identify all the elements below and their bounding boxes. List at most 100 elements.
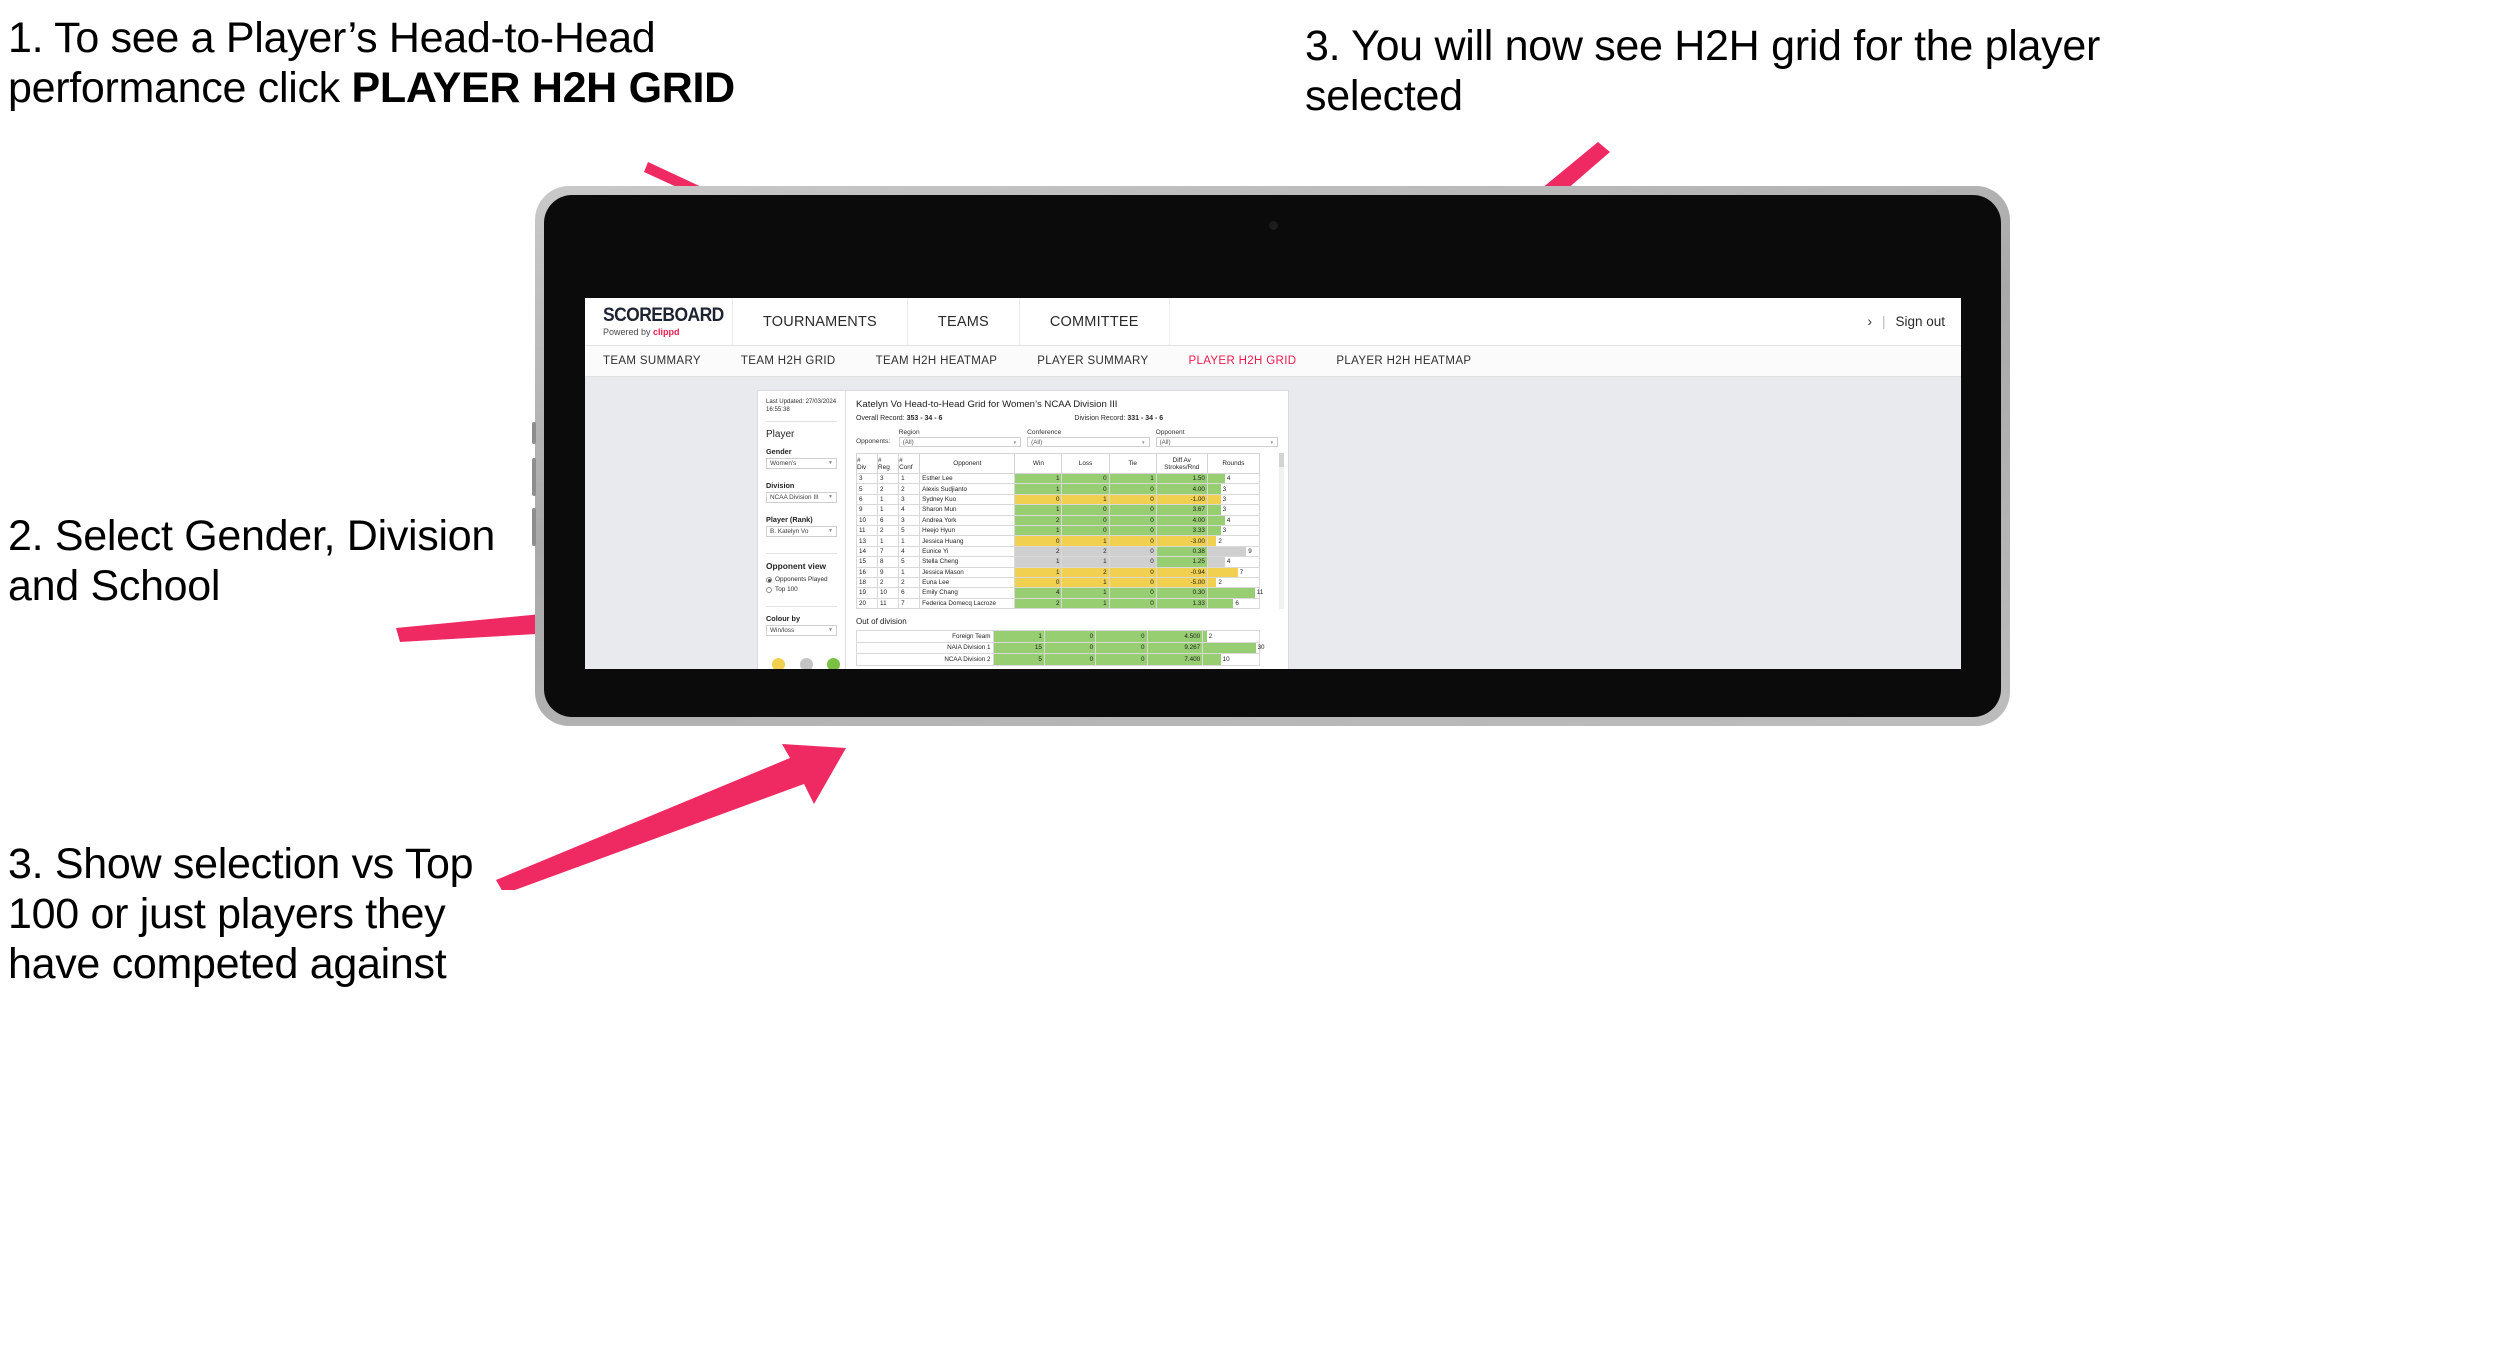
- radio-opponents-played-label: Opponents Played: [775, 576, 828, 584]
- cell-opponent: Esther Lee: [919, 472, 1016, 485]
- table-row[interactable]: 11 2 5 Heejo Hyun 1 0 0 3.33 3: [855, 524, 1261, 537]
- cell-div: 10: [855, 514, 879, 526]
- rounds-bar: [1203, 654, 1221, 665]
- cell-loss: 1: [1061, 556, 1110, 568]
- colour-by-value: Win/loss: [770, 627, 795, 635]
- table-row[interactable]: 15 8 5 Stella Cheng 1 1 0 1.25 4: [855, 556, 1261, 568]
- cell-opponent: Euna Lee: [919, 576, 1016, 589]
- nav-item-teams[interactable]: TEAMS: [908, 298, 1020, 345]
- col-reg-l2: Reg: [878, 463, 890, 471]
- col-conf: # Conf: [898, 453, 921, 474]
- cell-tie: 0: [1095, 641, 1148, 655]
- h2h-header-row: # Div # Reg # Conf Opponent Win Loss Tie Di…: [855, 453, 1261, 474]
- table-row[interactable]: 18 2 2 Euna Lee 0 1 0 -5.00 2: [855, 576, 1261, 589]
- cell-div: 16: [855, 566, 879, 578]
- cell-reg: 7: [877, 545, 900, 558]
- annotation-step-1: 1. To see a Player’s Head-to-Head perfor…: [8, 14, 748, 114]
- header-separator: |: [1881, 314, 1886, 329]
- cell-tie: 0: [1108, 483, 1157, 495]
- rounds-bar: [1207, 577, 1217, 588]
- cell-opponent: Federica Domecq Lacroze: [919, 597, 1016, 610]
- tab-team-h2h-grid[interactable]: TEAM H2H GRID: [741, 355, 836, 367]
- nav-item-committee[interactable]: COMMITTEE: [1020, 298, 1170, 345]
- rounds-bar: [1207, 588, 1255, 598]
- cell-tie: 0: [1108, 597, 1157, 610]
- col-reg: # Reg: [877, 453, 900, 474]
- table-row[interactable]: Foreign Team 1 0 0 4.500 2: [856, 630, 1260, 643]
- table-row[interactable]: NCAA Division 2 5 0 0 7.400 10: [856, 653, 1260, 666]
- cell-conf: 1: [898, 472, 921, 485]
- cell-div: 14: [855, 545, 879, 558]
- cell-win: 1: [1014, 566, 1063, 578]
- rounds-value: 4: [1226, 558, 1231, 566]
- radio-top-100[interactable]: Top 100: [766, 586, 837, 593]
- cell-tie: 0: [1095, 653, 1148, 666]
- cell-diff: 4.00: [1155, 483, 1208, 495]
- table-row[interactable]: 6 1 3 Sydney Kuo 0 1 0 -1.00 3: [855, 493, 1261, 506]
- chevron-down-icon: ▼: [828, 627, 833, 634]
- table-row[interactable]: 16 9 1 Jessica Mason 1 2 0 -0.94 7: [855, 566, 1261, 578]
- rounds-value: 2: [1218, 579, 1222, 587]
- filter-region-select[interactable]: (All) ▼: [898, 437, 1022, 447]
- table-row[interactable]: 3 3 1 Esther Lee 1 0 1 1.50 4: [855, 472, 1261, 485]
- filter-conference-label: Conference: [1027, 429, 1062, 436]
- table-row[interactable]: 20 11 7 Federica Domecq Lacroze 2 1 0 1.33 6: [855, 597, 1261, 610]
- table-row[interactable]: 9 1 4 Sharon Mun 1 0 0 3.67 3: [855, 504, 1261, 516]
- cell-diff: 4.00: [1155, 514, 1208, 526]
- rail-divider-2: [766, 553, 837, 555]
- rail-gap-2: [766, 503, 837, 515]
- cell-div: 15: [855, 556, 879, 568]
- table-row[interactable]: 19 10 6 Emily Chang 4 1 0 0.30 11: [855, 587, 1263, 599]
- filter-conference-select[interactable]: (All) ▼: [1027, 437, 1150, 447]
- header-account-area: › | Sign out: [1867, 298, 1961, 345]
- filter-gender-select[interactable]: Women's ▼: [766, 458, 837, 470]
- radio-opponents-played[interactable]: Opponents Played: [766, 576, 837, 583]
- cell-conf: 2: [898, 576, 921, 589]
- col-div: # Div: [855, 453, 879, 474]
- cell-opponent: Andrea York: [919, 514, 1016, 526]
- nav-item-tournaments[interactable]: TOURNAMENTS: [733, 298, 908, 345]
- tableau-viz: Last Updated: 27/03/2024 16:55:38 Player…: [757, 390, 1289, 669]
- cell-win: 2: [1014, 545, 1063, 558]
- cell-win: 4: [1014, 587, 1063, 599]
- rounds-value: 2: [1208, 632, 1213, 640]
- tab-player-summary[interactable]: PLAYER SUMMARY: [1037, 355, 1148, 367]
- legend-down-swatch: [771, 658, 785, 669]
- tab-team-h2h-heatmap[interactable]: TEAM H2H HEATMAP: [876, 355, 998, 367]
- brand-tagline: Powered by clippd: [603, 328, 732, 337]
- cell-win: 15: [992, 641, 1045, 655]
- filter-opponent-select[interactable]: (All) ▼: [1155, 437, 1278, 447]
- tablet-side-button-power: [532, 422, 536, 444]
- tab-player-h2h-heatmap[interactable]: PLAYER H2H HEATMAP: [1336, 355, 1471, 367]
- cell-diff: 1.33: [1155, 597, 1208, 610]
- sign-out-link[interactable]: Sign out: [1895, 314, 1945, 329]
- cell-reg: 2: [877, 483, 900, 495]
- tablet-side-button-volume-up: [532, 458, 536, 496]
- rounds-value: 10: [1222, 655, 1230, 663]
- rounds-bar: [1207, 525, 1221, 536]
- brand-wordmark: SCOREBOARD: [603, 305, 724, 326]
- col-diff-av-strokes: Diff Av Strokes/Rnd: [1155, 453, 1208, 474]
- filter-division-label: Division: [766, 481, 795, 491]
- tab-player-h2h-grid[interactable]: PLAYER H2H GRID: [1188, 355, 1296, 367]
- cell-loss: 0: [1043, 641, 1097, 655]
- rounds-bar: [1207, 546, 1247, 557]
- division-record-value: 331 - 34 - 6: [1127, 415, 1164, 422]
- tab-team-summary[interactable]: TEAM SUMMARY: [603, 355, 701, 367]
- grid-scrollbar[interactable]: [1279, 453, 1284, 610]
- colour-by-select[interactable]: Win/loss ▼: [766, 625, 837, 637]
- table-row[interactable]: 5 2 2 Alexis Sudjianto 1 0 0 4.00 3: [855, 483, 1261, 495]
- table-row[interactable]: 13 1 1 Jessica Huang 0 1 0 -3.00 2: [855, 535, 1261, 547]
- grid-scrollbar-thumb[interactable]: [1279, 453, 1284, 467]
- rounds-value: 3: [1222, 495, 1227, 503]
- table-row[interactable]: 10 6 3 Andrea York 2 0 0 4.00 4: [855, 514, 1261, 526]
- table-row[interactable]: 14 7 4 Eunice Yi 2 2 0 0.38 9: [855, 545, 1261, 558]
- col-div-l1: #: [857, 456, 861, 464]
- filter-player-select[interactable]: B. Katelyn Vo ▼: [766, 526, 837, 538]
- table-row[interactable]: NAIA Division 1 15 0 0 9.267 30: [856, 641, 1265, 655]
- filter-division-select[interactable]: NCAA Division III ▼: [766, 492, 837, 504]
- cell-rounds: 4: [1206, 556, 1261, 568]
- brand-logo[interactable]: SCOREBOARD Powered by clippd: [585, 298, 733, 345]
- account-chevron-icon[interactable]: ›: [1867, 314, 1872, 329]
- col-rounds: Rounds: [1206, 453, 1261, 474]
